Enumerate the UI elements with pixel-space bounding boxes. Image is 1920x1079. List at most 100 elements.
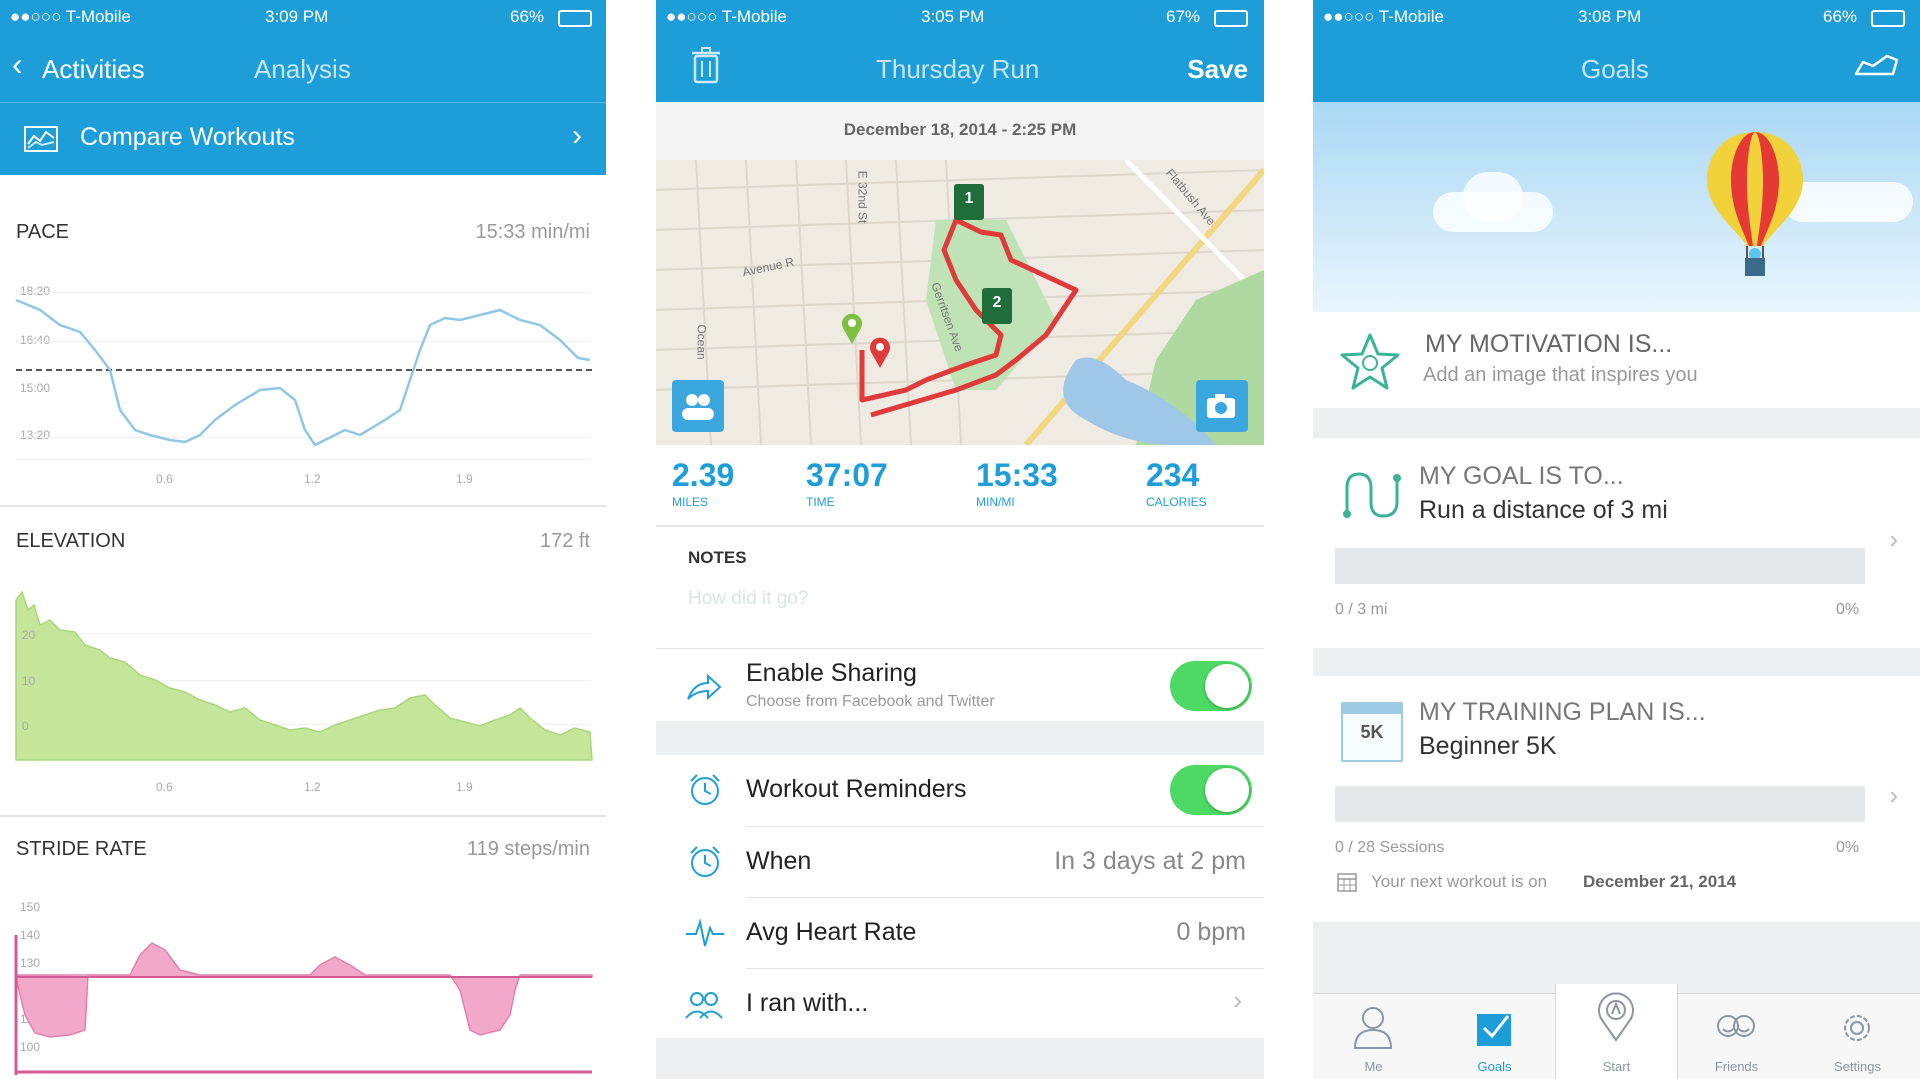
back-button[interactable]: Activities [42, 54, 145, 85]
battery-icon [1871, 10, 1905, 27]
start-pin-green-icon [842, 313, 862, 344]
plan-value: Beginner 5K [1419, 732, 1557, 760]
plan-progress-bar [1335, 786, 1865, 822]
goal-percent: 0% [1836, 601, 1860, 618]
stat-value: 234 [1146, 457, 1200, 493]
mile-marker-2[interactable]: 2 [982, 288, 1012, 324]
stat-label: MILES [672, 495, 709, 509]
status-time: 3:09 PM [265, 7, 329, 26]
compare-workouts-row[interactable]: Compare Workouts › [0, 102, 606, 175]
when-row[interactable]: When In 3 days at 2 pm [656, 827, 1264, 897]
elevation-xtick: 0.6 [156, 780, 173, 794]
goal-title: MY GOAL IS TO... [1419, 462, 1624, 490]
sharing-subtitle: Choose from Facebook and Twitter [746, 693, 995, 710]
alarm-clock-icon [690, 846, 720, 877]
person-icon [1353, 1007, 1393, 1049]
status-time: 3:08 PM [1578, 7, 1642, 26]
notes-input[interactable]: How did it go? [688, 588, 808, 610]
elevation-ytick: 10 [22, 674, 36, 688]
stat-value: 2.39 [672, 457, 735, 493]
hot-air-balloon-icon [1707, 132, 1803, 276]
camera-button[interactable] [1196, 380, 1248, 432]
shoe-icon[interactable] [1853, 52, 1899, 82]
stats-row: 2.39 MILES 37:07 TIME 15:33 MIN/MI 234 C… [656, 445, 1264, 525]
start-pin-icon [1598, 992, 1634, 1042]
map-label: Ocean [694, 324, 709, 360]
elevation-xtick: 1.9 [456, 780, 473, 794]
status-bar: ●●○○○ T-Mobile 3:09 PM 66% [0, 0, 606, 34]
stride-ytick: 150 [20, 900, 41, 914]
stat-label: CALORIES [1146, 495, 1207, 509]
chevron-right-icon: › [1889, 780, 1898, 810]
back-chevron-icon[interactable]: ‹ [12, 46, 23, 83]
battery-text: 66% [510, 7, 545, 26]
goals-screen: ●●○○○ T-Mobile 3:08 PM 66% Goals MY MOTI… [1313, 0, 1920, 1079]
run-detail-screen: ●●○○○ T-Mobile 3:05 PM 67% Thursday Run … [656, 0, 1264, 1079]
heartbeat-icon [686, 918, 724, 947]
motivation-title: MY MOTIVATION IS... [1425, 330, 1673, 358]
route-map[interactable]: Avenue R Gerritsen Ave Flatbush Ave Ocea… [656, 160, 1264, 445]
star-icon [1340, 333, 1400, 390]
friends-map-button[interactable] [672, 380, 724, 432]
reminders-label: Workout Reminders [746, 775, 967, 803]
save-button[interactable]: Save [1187, 54, 1248, 85]
elevation-area [15, 590, 593, 761]
tab-bar: Me Goals Start Friends Settings [1313, 984, 1920, 1079]
battery-icon [558, 10, 592, 27]
next-workout-prefix: Your next workout is on [1371, 872, 1548, 891]
route-path-icon [1343, 472, 1401, 518]
tab-label: Me [1364, 1059, 1383, 1074]
goal-progress-text: 0 / 3 mi [1335, 601, 1388, 618]
ran-with-row[interactable]: I ran with... › [656, 969, 1264, 1039]
share-arrow-icon [687, 673, 722, 701]
motivation-row[interactable]: MY MOTIVATION IS... Add an image that in… [1313, 312, 1920, 408]
alarm-clock-icon [690, 774, 720, 805]
carrier-text: ●●○○○ T-Mobile [666, 7, 787, 26]
trash-icon[interactable] [692, 47, 720, 84]
elevation-value: 172 ft [539, 530, 590, 552]
tab-friends[interactable]: Friends [1676, 994, 1797, 1079]
stride-label: STRIDE RATE [16, 838, 147, 860]
tab-label: Start [1602, 1059, 1631, 1074]
stat-label: TIME [806, 495, 835, 509]
nav-title: Goals [1581, 54, 1649, 84]
divider [0, 815, 606, 817]
goal-card[interactable]: MY GOAL IS TO... Run a distance of 3 mi … [1313, 438, 1920, 648]
section-gap [656, 1038, 1264, 1079]
tab-me[interactable]: Me [1313, 994, 1434, 1079]
mile-marker-1[interactable]: 1 [954, 184, 984, 220]
nav-title: Analysis [254, 54, 351, 84]
sharing-toggle[interactable] [1170, 661, 1252, 711]
ran-with-label: I ran with... [746, 989, 869, 1017]
compare-chevron-icon: › [572, 119, 582, 152]
training-plan-card[interactable]: 5K MY TRAINING PLAN IS... Beginner 5K › … [1313, 676, 1920, 922]
nav-bar: Goals [1313, 34, 1920, 102]
sky-banner [1313, 102, 1920, 312]
calendar-icon [1337, 873, 1357, 892]
carrier-text: ●●○○○ T-Mobile [10, 7, 131, 26]
stat-value: 15:33 [976, 457, 1058, 493]
elevation-ytick: 20 [22, 628, 36, 642]
date-bar: December 18, 2014 - 2:25 PM [656, 102, 1264, 160]
tab-label: Friends [1714, 1059, 1759, 1074]
elevation-label: ELEVATION [16, 530, 126, 552]
tab-goals[interactable]: Goals [1434, 994, 1555, 1079]
section-gap [1313, 408, 1920, 438]
people-icon [685, 992, 723, 1019]
tab-settings[interactable]: Settings [1797, 994, 1918, 1079]
goal-progress-bar [1335, 548, 1865, 584]
status-time: 3:05 PM [921, 7, 985, 26]
reminders-toggle[interactable] [1170, 765, 1252, 815]
plan-title: MY TRAINING PLAN IS... [1419, 698, 1706, 726]
reminders-row: Workout Reminders [656, 755, 1264, 825]
tab-start[interactable]: Start [1555, 984, 1678, 1079]
heart-rate-value: 0 bpm [1176, 918, 1246, 946]
compare-icon [24, 126, 58, 152]
carrier-text: ●●○○○ T-Mobile [1323, 7, 1444, 26]
status-bar: ●●○○○ T-Mobile 3:08 PM 66% [1313, 0, 1920, 34]
plan-progress-text: 0 / 28 Sessions [1335, 839, 1445, 856]
plan-badge-text: 5K [1360, 722, 1384, 742]
chevron-right-icon: › [1889, 524, 1898, 554]
heart-rate-row[interactable]: Avg Heart Rate 0 bpm [656, 898, 1264, 968]
sharing-row: Enable Sharing Choose from Facebook and … [656, 649, 1264, 721]
